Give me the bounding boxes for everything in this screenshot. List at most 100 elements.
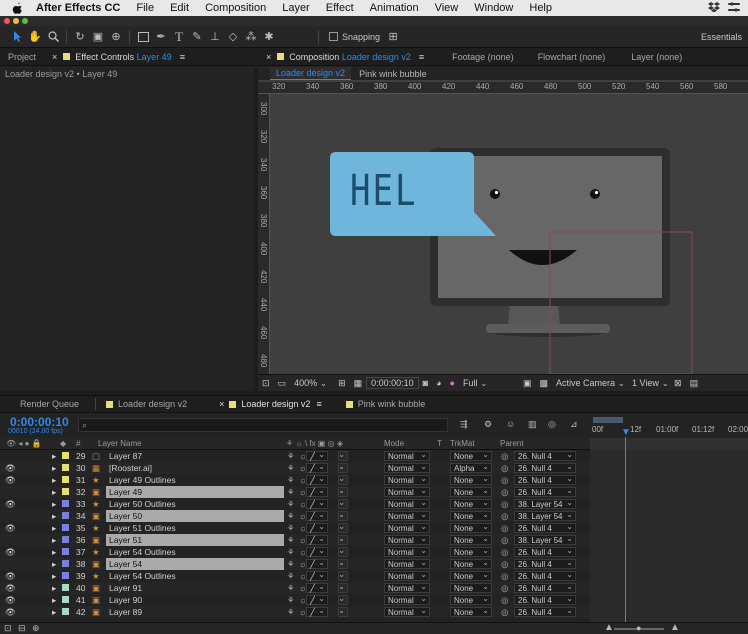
shy-switch-icon[interactable]: ⚘	[287, 522, 295, 534]
layer-label-color[interactable]	[62, 488, 69, 495]
visibility-toggle-icon[interactable]: 👁	[5, 546, 16, 558]
expand-arrow-icon[interactable]: ▸	[52, 486, 56, 498]
expand-arrow-icon[interactable]: ▸	[52, 522, 56, 534]
layer-label-color[interactable]	[62, 548, 69, 555]
pick-whip-icon[interactable]: ◎	[501, 606, 508, 618]
zoom-out-icon[interactable]: ▲	[604, 622, 614, 633]
safe-areas-icon[interactable]: ⊞	[334, 378, 350, 389]
resolution-dropdown[interactable]: Full	[459, 378, 519, 388]
table-row[interactable]: 👁▸41▣Layer 90⚘☼╱NormalNone◎26. Null 4	[0, 594, 590, 606]
tab-loader-design-inactive[interactable]: Loader design v2	[87, 395, 195, 413]
clone-stamp-tool-icon[interactable]: ⊥	[206, 28, 224, 46]
table-row[interactable]: 👁▸39★Layer 54 Outlines⚘☼╱NormalNone◎26. …	[0, 570, 590, 582]
view-layout-dropdown[interactable]: 1 View	[628, 378, 670, 388]
shy-switch-icon[interactable]: ⚘	[287, 462, 295, 474]
layer-name[interactable]: Layer 50 Outlines	[106, 498, 284, 510]
rotate-tool-icon[interactable]: ↻	[71, 28, 89, 46]
table-row[interactable]: 👁▸42▣Layer 89⚘☼╱NormalNone◎26. Null 4	[0, 606, 590, 618]
quality-switch[interactable]: ╱	[306, 462, 328, 473]
rectangle-tool-icon[interactable]	[134, 28, 152, 46]
close-timeline-tab-icon[interactable]: ×	[219, 399, 224, 409]
pick-whip-icon[interactable]: ◎	[501, 546, 508, 558]
tab-composition[interactable]: × Composition Loader design v2 ≡	[258, 48, 432, 66]
layer-name[interactable]: Layer 49 Outlines	[106, 474, 284, 486]
table-row[interactable]: ▸32▣Layer 49⚘☼╱NormalNone◎26. Null 4	[0, 486, 590, 498]
channel-icon[interactable]: ●	[446, 378, 459, 388]
shy-switch-icon[interactable]: ⚘	[287, 594, 295, 606]
parent-dropdown[interactable]: 38. Layer 54	[514, 510, 576, 521]
parent-dropdown[interactable]: 26. Null 4	[514, 474, 576, 485]
shy-switch-icon[interactable]: ⚘	[287, 486, 295, 498]
effect-switch[interactable]	[338, 534, 348, 545]
expand-arrow-icon[interactable]: ▸	[52, 474, 56, 486]
effect-switch[interactable]	[338, 486, 348, 497]
visibility-toggle-icon[interactable]: 👁	[5, 462, 16, 474]
expand-arrow-icon[interactable]: ▸	[52, 558, 56, 570]
puppet-pin-tool-icon[interactable]: ✱	[260, 28, 278, 46]
mode-dropdown[interactable]: Normal	[384, 462, 430, 473]
parent-dropdown[interactable]: 26. Null 4	[514, 462, 576, 473]
pick-whip-icon[interactable]: ◎	[501, 498, 508, 510]
effect-switch[interactable]	[338, 558, 348, 569]
shy-switch-icon[interactable]: ⚘	[287, 510, 295, 522]
zoom-tool-icon[interactable]	[44, 28, 62, 46]
type-tool-icon[interactable]: T	[170, 28, 188, 46]
magnification-dropdown[interactable]: 400%	[290, 378, 334, 388]
layer-label-color[interactable]	[62, 452, 69, 459]
quality-switch[interactable]: ╱	[306, 450, 328, 461]
roto-brush-tool-icon[interactable]: ⁂	[242, 28, 260, 46]
subtab-pink-wink-bubble[interactable]: Pink wink bubble	[359, 69, 427, 79]
layer-label-color[interactable]	[62, 464, 69, 471]
always-preview-icon[interactable]: ⊡	[258, 378, 274, 389]
label-column-icon[interactable]: ◆	[60, 439, 66, 448]
current-time[interactable]: 0:00:00:10	[10, 415, 69, 429]
trkmat-dropdown[interactable]: None	[450, 594, 492, 605]
layer-name[interactable]: Layer 51	[106, 534, 284, 546]
pick-whip-icon[interactable]: ◎	[501, 450, 508, 462]
layer-search-input[interactable]: ⌕	[78, 418, 448, 432]
tab-effect-controls[interactable]: × Effect Controls Layer 49 ≡	[44, 48, 193, 66]
layer-name[interactable]: Layer 49	[106, 486, 284, 498]
brush-tool-icon[interactable]: ✎	[188, 28, 206, 46]
mode-dropdown[interactable]: Normal	[384, 498, 430, 509]
shy-switch-icon[interactable]: ⚘	[287, 450, 295, 462]
expand-arrow-icon[interactable]: ▸	[52, 462, 56, 474]
mode-dropdown[interactable]: Normal	[384, 582, 430, 593]
trkmat-dropdown[interactable]: None	[450, 582, 492, 593]
trkmat-dropdown[interactable]: None	[450, 450, 492, 461]
shy-switch-icon[interactable]: ⚘	[287, 606, 295, 618]
mode-dropdown[interactable]: Normal	[384, 606, 430, 617]
pick-whip-icon[interactable]: ◎	[501, 534, 508, 546]
menu-help[interactable]: Help	[521, 2, 560, 14]
table-row[interactable]: 👁▸40▣Layer 91⚘☼╱NormalNone◎26. Null 4	[0, 582, 590, 594]
shy-switch-icon[interactable]: ⚘	[287, 498, 295, 510]
close-tab-icon[interactable]: ×	[52, 52, 57, 62]
motion-blur-icon[interactable]: ◎	[548, 419, 556, 430]
shy-switch-icon[interactable]: ⚘	[287, 582, 295, 594]
effect-switch[interactable]	[338, 510, 348, 521]
effect-switch[interactable]	[338, 546, 348, 557]
mode-dropdown[interactable]: Normal	[384, 486, 430, 497]
render-time-icon[interactable]: ⊕	[32, 623, 40, 634]
quality-switch[interactable]: ╱	[306, 582, 328, 593]
layer-label-color[interactable]	[62, 512, 69, 519]
shy-switch-icon[interactable]: ⚘	[287, 534, 295, 546]
quality-switch[interactable]: ╱	[306, 594, 328, 605]
table-row[interactable]: ▸34▣Layer 50⚘☼╱NormalNone◎38. Layer 54	[0, 510, 590, 522]
shy-layers-icon[interactable]: ☺	[506, 419, 515, 429]
layer-label-color[interactable]	[62, 584, 69, 591]
parent-dropdown[interactable]: 26. Null 4	[514, 606, 576, 617]
camera-dropdown[interactable]: Active Camera	[552, 378, 628, 388]
trkmat-dropdown[interactable]: None	[450, 522, 492, 533]
parent-dropdown[interactable]: 38. Layer 54	[514, 498, 576, 509]
quality-switch[interactable]: ╱	[306, 474, 328, 485]
frame-blending-icon[interactable]: ▥	[528, 419, 537, 430]
layer-name[interactable]: Layer 54 Outlines	[106, 570, 284, 582]
expand-arrow-icon[interactable]: ▸	[52, 594, 56, 606]
close-comp-tab-icon[interactable]: ×	[266, 52, 271, 62]
show-snapshot-icon[interactable]: ◕	[432, 378, 445, 388]
layer-name[interactable]: Layer 87	[106, 450, 284, 462]
parent-dropdown[interactable]: 26. Null 4	[514, 546, 576, 557]
layer-name[interactable]: Layer 90	[106, 594, 284, 606]
zoom-in-icon[interactable]: ▲	[670, 622, 680, 633]
